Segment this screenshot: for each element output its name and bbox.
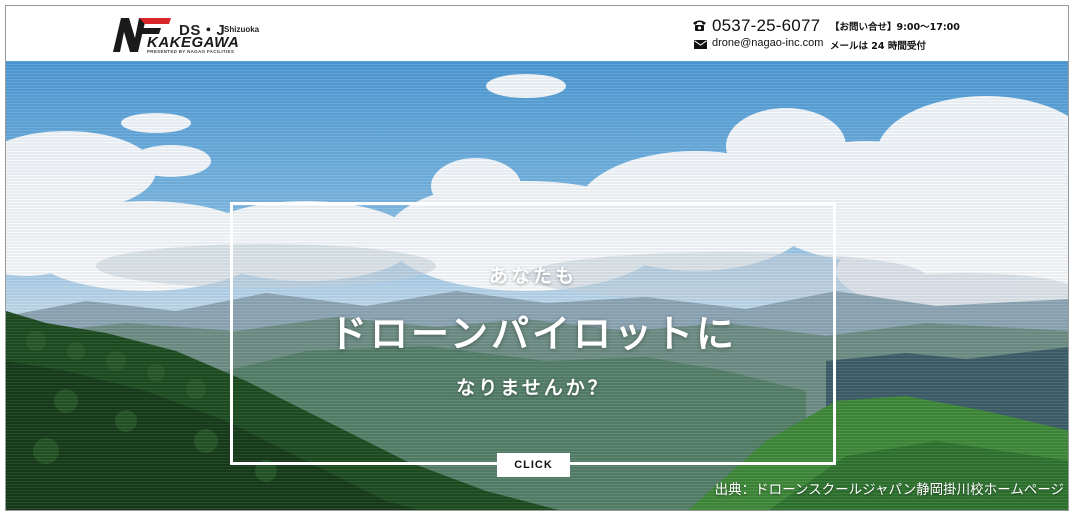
logo-region-text: Shizuoka bbox=[224, 25, 260, 34]
mail-hours: メールは 24 時間受付 bbox=[830, 41, 926, 52]
source-caption: 出典：ドローンスクールジャパン静岡掛川校ホームページ bbox=[714, 482, 1064, 498]
logo-presented-text: PRESENTED BY NAGAO FACILITIES bbox=[147, 49, 235, 54]
headline-frame: あなたも ドローンパイロットに なりませんか？ bbox=[230, 202, 836, 465]
headline-line-1: あなたも bbox=[488, 265, 577, 287]
site-header: DS・J Shizuoka KAKEGAWA PRESENTED BY NAGA… bbox=[6, 6, 1068, 61]
mail-icon bbox=[694, 40, 707, 49]
headline-line-3: なりませんか？ bbox=[456, 377, 610, 399]
headline-line-2: ドローンパイロットに bbox=[328, 312, 738, 356]
contact-info: 0537-25-6077 【お問い合せ】9:00〜17:00 drone@nag… bbox=[692, 16, 972, 56]
click-button[interactable]: CLICK bbox=[497, 453, 570, 477]
phone-number[interactable]: 0537-25-6077 bbox=[712, 16, 820, 36]
email-link[interactable]: drone@nagao-inc.com bbox=[712, 37, 823, 49]
page-frame: DS・J Shizuoka KAKEGAWA PRESENTED BY NAGA… bbox=[5, 5, 1069, 511]
site-logo[interactable]: DS・J Shizuoka KAKEGAWA PRESENTED BY NAGA… bbox=[111, 14, 261, 56]
contact-hours: 【お問い合せ】9:00〜17:00 bbox=[830, 22, 960, 33]
hero-banner: あなたも ドローンパイロットに なりませんか？ CLICK 出典：ドローンスクー… bbox=[6, 61, 1068, 510]
phone-icon bbox=[693, 20, 706, 31]
